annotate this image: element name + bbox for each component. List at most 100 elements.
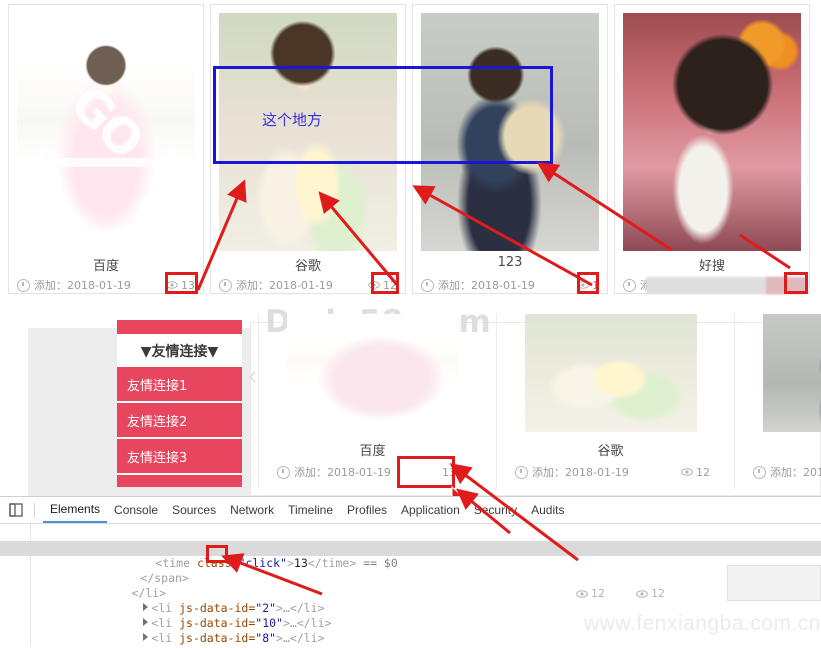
mid-card-views-count: 13 — [442, 465, 456, 479]
card-title: 谷歌 — [294, 259, 321, 274]
toolbar-divider — [34, 502, 35, 518]
sidebar-item-link3[interactable]: 友情连接3 — [117, 439, 242, 475]
friendly-links-sidebar: ▼友情连接▼ 友情连接1 友情连接2 友情连接3 — [117, 320, 242, 487]
mid-card-date-label: 添加：2018-01-19 — [532, 466, 629, 479]
mid-card-title: 百度 — [359, 444, 386, 459]
clock-icon — [219, 278, 232, 292]
dom-line-selected[interactable]: <time class="click">13</time> == $0 — [0, 541, 821, 570]
overflow-views-count: 12 — [591, 587, 605, 600]
dom-line[interactable]: <time class="date">添加：2018-01-19</time> — [0, 526, 821, 555]
tab-timeline[interactable]: Timeline — [281, 499, 340, 522]
card-thumbnail[interactable] — [219, 13, 397, 251]
card-views-count: 13 — [181, 278, 195, 292]
tab-security[interactable]: Security — [467, 499, 524, 522]
card-thumbnail[interactable] — [623, 13, 801, 251]
card-date-label: 添加：2018-01-19 — [236, 279, 333, 292]
screenshot-root: GO 百度 添加：2018-01-19 13 谷歌 添加：2018-01-19 … — [0, 0, 821, 648]
mid-card-thumbnail[interactable] — [287, 314, 459, 432]
card-item[interactable]: 谷歌 添加：2018-01-19 12 — [210, 4, 406, 294]
tab-application[interactable]: Application — [394, 499, 467, 522]
card-views-count: 12 — [383, 278, 397, 292]
mid-card-meta: 添加：2018- — [753, 464, 821, 480]
clock-icon — [421, 278, 434, 292]
thumbnail-image — [525, 314, 697, 432]
sidebar-heading: ▼友情连接▼ — [117, 334, 242, 367]
mid-card-date: 添加：2018-01-19 — [277, 464, 391, 480]
thumbnail-image — [219, 13, 397, 251]
eye-icon — [577, 281, 589, 289]
thumbnail-image — [17, 13, 195, 251]
devtools-tabbar: Elements Console Sources Network Timelin… — [0, 497, 821, 524]
eye-icon — [576, 589, 588, 598]
mid-preview-section: Dede58.com ▼友情连接▼ 友情连接1 友情连接2 友情连接3 百度 — [0, 300, 821, 496]
clock-icon — [515, 465, 528, 479]
mid-card-date: 添加：2018- — [753, 464, 821, 480]
tab-profiles[interactable]: Profiles — [340, 499, 394, 522]
tab-audits[interactable]: Audits — [524, 499, 571, 522]
card-views: 12 — [368, 279, 397, 292]
thumbnail-image — [287, 314, 459, 432]
clock-icon — [277, 465, 290, 479]
mid-card-title: 谷歌 — [597, 444, 624, 459]
card-thumbnail[interactable] — [421, 13, 599, 251]
card-title: 百度 — [92, 259, 119, 274]
tab-console[interactable]: Console — [107, 499, 165, 522]
dock-panel-icon[interactable] — [6, 501, 26, 519]
card-item[interactable]: GO 百度 添加：2018-01-19 13 — [8, 4, 204, 294]
card-meta: 添加：2018-01-19 1 — [421, 277, 599, 293]
sidebar-item-link1[interactable]: 友情连接1 — [117, 367, 242, 403]
tab-network[interactable]: Network — [223, 499, 281, 522]
eye-icon — [681, 468, 693, 476]
tab-sources[interactable]: Sources — [165, 499, 223, 522]
card-date: 添加：2018-01-19 — [219, 277, 333, 293]
clock-icon — [17, 278, 30, 292]
card-title: 123 — [497, 255, 523, 270]
dom-line[interactable]: </span> — [0, 556, 821, 585]
mid-card-meta: 添加：2018-01-19 12 — [515, 464, 710, 480]
card-views-count: 1 — [592, 278, 599, 292]
overflow-views-count: 12 — [651, 587, 665, 600]
eye-icon — [166, 281, 178, 289]
sidebar-item-link2[interactable]: 友情连接2 — [117, 403, 242, 439]
mid-card-meta: 添加：2018-01-19 13 — [277, 464, 472, 480]
mid-card-item[interactable]: 添加：2018- — [734, 314, 821, 490]
card-thumbnail[interactable]: GO — [17, 13, 195, 251]
mid-card-item[interactable]: 谷歌 添加：2018-01-19 12 — [496, 314, 724, 490]
card-date: 添加：2018-01-19 — [17, 277, 131, 293]
card-views: 1 — [577, 279, 599, 292]
card-date: 添加：2018-01-19 — [421, 277, 535, 293]
card-title: 好搜 — [698, 259, 725, 274]
overflow-views-1: 12 — [576, 587, 605, 600]
mid-card-views: 13 — [442, 466, 472, 479]
mid-card-date-label: 添加：2018- — [770, 466, 821, 479]
dom-line[interactable]: </li> — [0, 571, 821, 600]
dom-line[interactable]: <li js-data-id="2">…</li> — [0, 586, 821, 615]
eye-icon — [368, 281, 380, 289]
overflow-views-2: 12 — [636, 587, 665, 600]
card-item[interactable]: 123 添加：2018-01-19 1 — [412, 4, 608, 294]
card-row: GO 百度 添加：2018-01-19 13 谷歌 添加：2018-01-19 … — [8, 4, 810, 294]
mid-card-thumbnail[interactable] — [525, 314, 697, 432]
thumbnail-image — [421, 13, 599, 251]
mid-card-row: 百度 添加：2018-01-19 13 谷歌 添加：2018-01-19 12 … — [258, 314, 821, 490]
mid-card-date-label: 添加：2018-01-19 — [294, 466, 391, 479]
mid-card-views: 12 — [681, 466, 710, 479]
tab-elements[interactable]: Elements — [43, 498, 108, 523]
card-meta: 添加：2018-01-19 12 — [219, 277, 397, 293]
sidebar-bottom-strip — [117, 475, 242, 487]
card-date-label: 添加：2018-01-19 — [438, 279, 535, 292]
page-scrollbar-ghost[interactable] — [727, 565, 821, 601]
site-watermark: www.fenxiangba.com.cn — [584, 612, 821, 635]
eye-icon — [636, 589, 648, 598]
censor-bar — [766, 277, 806, 294]
blue-annotation-label: 这个地方 — [262, 111, 323, 129]
card-views: 13 — [166, 279, 195, 292]
card-meta: 添加：2018-01-19 13 — [17, 277, 195, 293]
mid-card-thumbnail[interactable] — [763, 314, 821, 432]
mid-card-views-count: 12 — [696, 465, 710, 479]
card-item[interactable]: 好搜 添加：2018-01-19 — [614, 4, 810, 294]
thumbnail-image — [623, 13, 801, 251]
sidebar-top-strip — [117, 320, 242, 334]
mid-card-date: 添加：2018-01-19 — [515, 464, 629, 480]
mid-card-item[interactable]: 百度 添加：2018-01-19 13 — [258, 314, 486, 490]
